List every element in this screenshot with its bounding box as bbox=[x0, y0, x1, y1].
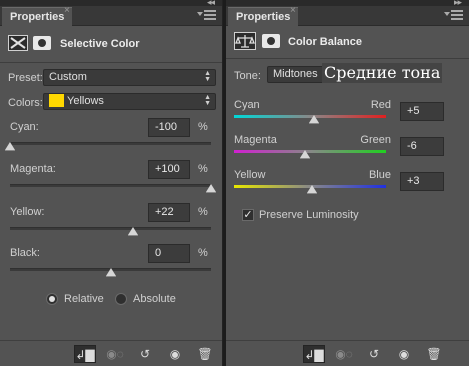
reset-icon[interactable]: ↺ bbox=[363, 345, 385, 363]
selective-color-properties-panel: ◂◂ Properties × Selective Color Preset: … bbox=[0, 0, 223, 366]
tab-properties[interactable]: Properties bbox=[2, 7, 73, 26]
tab-label: Properties bbox=[10, 11, 65, 23]
slider-right-label: Red bbox=[370, 99, 391, 111]
panel-title: Color Balance bbox=[288, 36, 362, 48]
preserve-luminosity-checkbox[interactable]: ✓ bbox=[242, 209, 254, 221]
percent-unit: % bbox=[198, 121, 208, 133]
tab-close-icon[interactable]: × bbox=[290, 5, 296, 16]
slider-value-field[interactable]: -100 bbox=[148, 118, 190, 137]
header-divider bbox=[0, 62, 222, 63]
layer-mask-icon[interactable] bbox=[262, 34, 280, 48]
tab-properties[interactable]: Properties bbox=[228, 7, 299, 26]
colors-select[interactable]: Yellows ▲ ▼ bbox=[43, 93, 216, 110]
chevron-updown-icon: ▲▼ bbox=[204, 70, 211, 83]
slider-label: Cyan: bbox=[10, 121, 39, 133]
slider-thumb[interactable] bbox=[307, 185, 318, 194]
absolute-radio[interactable] bbox=[115, 293, 127, 305]
clip-to-layer-icon[interactable]: ↲▇ bbox=[303, 345, 325, 363]
preserve-luminosity-label: Preserve Luminosity bbox=[259, 209, 359, 221]
slider-track[interactable] bbox=[10, 184, 211, 187]
reset-icon[interactable]: ↺ bbox=[134, 345, 156, 363]
slider-right-label: Blue bbox=[368, 169, 391, 181]
slider-value-field[interactable]: 0 bbox=[148, 244, 190, 263]
slider-value-field[interactable]: +5 bbox=[400, 102, 444, 121]
header-divider bbox=[226, 58, 469, 59]
percent-unit: % bbox=[198, 163, 208, 175]
adjustment-type-icon bbox=[8, 35, 28, 51]
slider-value-field[interactable]: -6 bbox=[400, 137, 444, 156]
preset-select[interactable]: Custom ▲ ▼ bbox=[43, 69, 216, 86]
slider-thumb[interactable] bbox=[300, 150, 311, 159]
slider-value-field[interactable]: +22 bbox=[148, 203, 190, 222]
panel-menu-icon[interactable] bbox=[197, 10, 216, 20]
slider-thumb[interactable] bbox=[206, 184, 216, 193]
visibility-eye-icon[interactable]: ◉ bbox=[393, 345, 415, 363]
visibility-eye-icon[interactable]: ◉ bbox=[164, 345, 186, 363]
percent-unit: % bbox=[198, 247, 208, 259]
preset-label: Preset: bbox=[8, 72, 43, 84]
color-balance-properties-panel: ▸▸ Properties × Color Balance Tone: Midt… bbox=[226, 0, 469, 366]
slider-value-field[interactable]: +100 bbox=[148, 160, 190, 179]
slider-left-label: Cyan bbox=[234, 99, 260, 111]
panel-footer: ↲▇ ◉◌ ↺ ◉ 🗑 bbox=[226, 340, 469, 366]
slider-value-field[interactable]: +3 bbox=[400, 172, 444, 191]
slider-track[interactable] bbox=[10, 227, 211, 230]
chevron-updown-icon: ▲▼ bbox=[204, 94, 211, 107]
colors-value: Yellows bbox=[67, 95, 104, 107]
slider-thumb[interactable] bbox=[105, 268, 116, 277]
slider-label: Black: bbox=[10, 247, 40, 259]
view-previous-icon[interactable]: ◉◌ bbox=[333, 345, 355, 363]
slider-thumb[interactable] bbox=[308, 115, 319, 124]
tab-bar: Properties × bbox=[226, 5, 469, 26]
view-previous-icon[interactable]: ◉◌ bbox=[104, 345, 126, 363]
slider-label: Yellow: bbox=[10, 206, 45, 218]
colors-label: Colors: bbox=[8, 97, 43, 109]
slider-left-label: Magenta bbox=[234, 134, 277, 146]
preset-value: Custom bbox=[49, 71, 87, 83]
panel-header: Selective Color bbox=[0, 27, 222, 61]
tone-label: Tone: bbox=[234, 70, 261, 82]
layer-mask-icon[interactable] bbox=[33, 36, 51, 50]
relative-label: Relative bbox=[64, 293, 104, 305]
slider-right-label: Green bbox=[360, 134, 391, 146]
delete-trash-icon[interactable]: 🗑 bbox=[423, 345, 445, 363]
panel-header: Color Balance bbox=[226, 27, 469, 61]
delete-trash-icon[interactable]: 🗑 bbox=[194, 345, 216, 363]
slider-left-label: Yellow bbox=[234, 169, 266, 181]
panel-footer: ↲▇ ◉◌ ↺ ◉ 🗑 bbox=[0, 340, 222, 366]
relative-radio[interactable] bbox=[46, 293, 58, 305]
tab-bar: Properties × bbox=[0, 5, 222, 26]
overlay-caption: Средние тона bbox=[322, 63, 443, 83]
tab-close-icon[interactable]: × bbox=[64, 5, 70, 16]
slider-thumb[interactable] bbox=[5, 142, 15, 151]
slider-label: Magenta: bbox=[10, 163, 56, 175]
panel-menu-icon[interactable] bbox=[444, 10, 463, 20]
panel-title: Selective Color bbox=[60, 38, 140, 50]
percent-unit: % bbox=[198, 206, 208, 218]
slider-thumb[interactable] bbox=[127, 227, 138, 236]
tab-label: Properties bbox=[236, 11, 291, 23]
clip-to-layer-icon[interactable]: ↲▇ bbox=[74, 345, 96, 363]
absolute-label: Absolute bbox=[133, 293, 176, 305]
slider-track[interactable] bbox=[10, 142, 211, 145]
balance-scale-icon bbox=[234, 32, 256, 50]
color-swatch bbox=[49, 94, 64, 108]
tone-value: Midtones bbox=[273, 68, 318, 80]
